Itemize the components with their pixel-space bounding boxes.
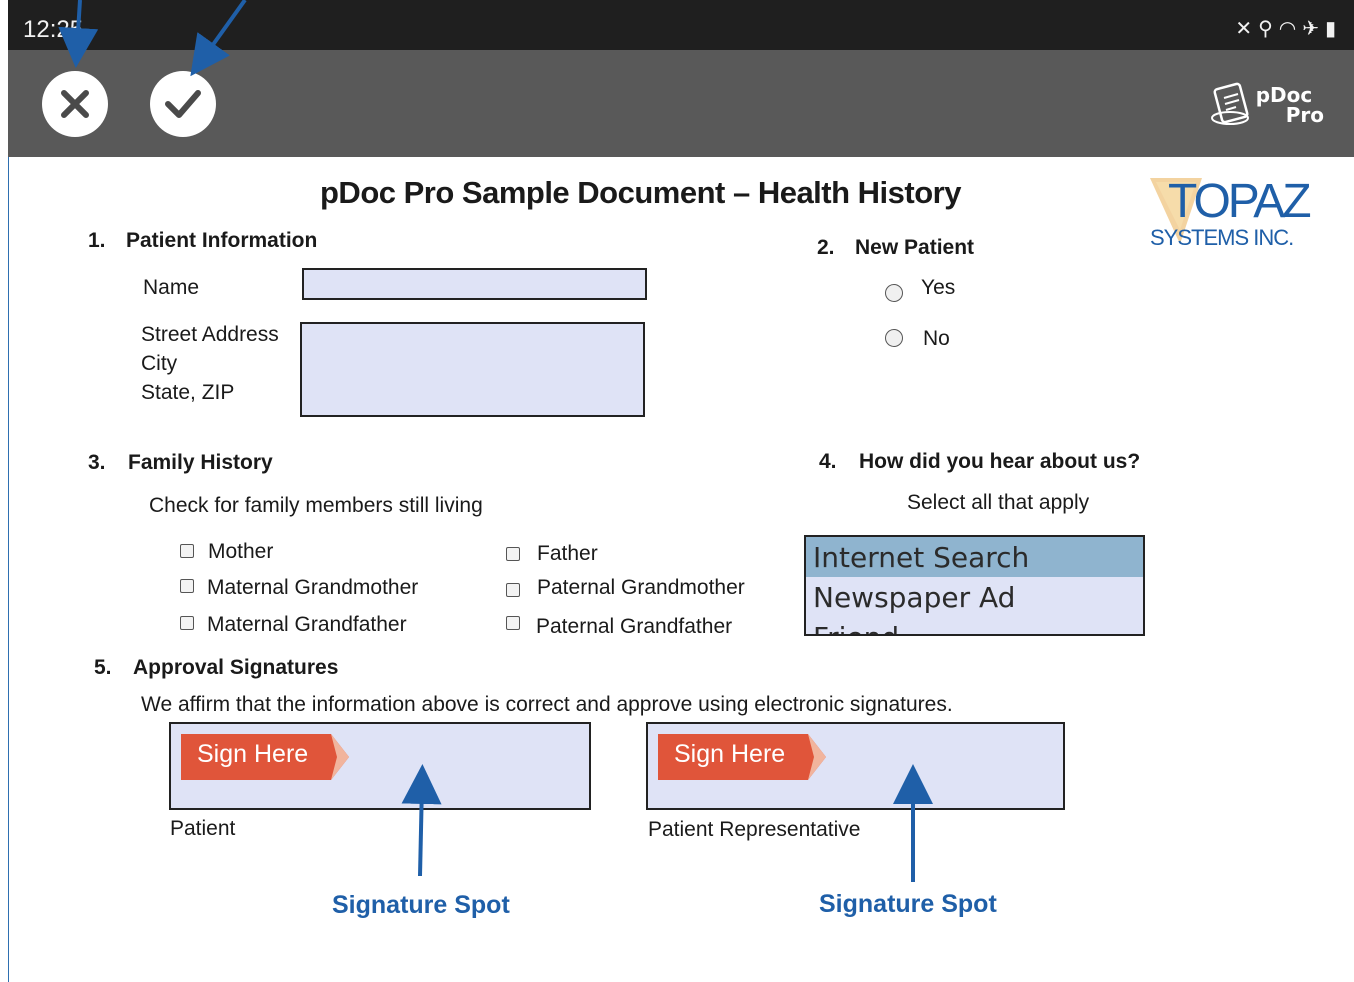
signature-annotation-arrows: [401, 764, 933, 882]
arrow-to-patient-signature: [401, 764, 442, 877]
document: pDoc Pro Sample Document – Health Histor…: [0, 0, 1354, 982]
signature-spot-caption: Signature Spot: [332, 891, 510, 919]
signature-spot-caption: Signature Spot: [819, 890, 997, 918]
